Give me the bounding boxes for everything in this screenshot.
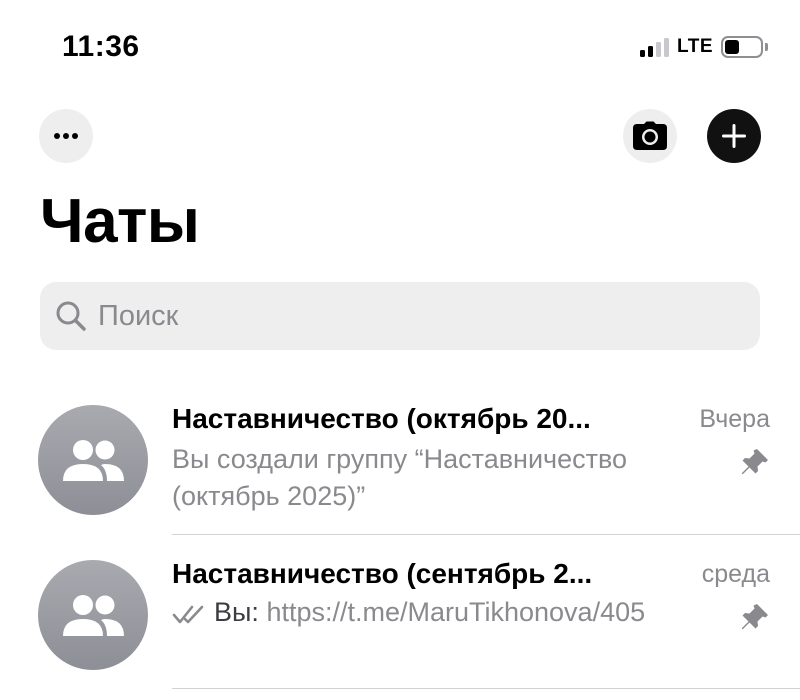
battery-icon (721, 36, 768, 58)
search-icon (54, 299, 88, 333)
avatar (38, 405, 148, 515)
camera-icon (633, 121, 667, 150)
chat-list-item[interactable]: Наставничество (сентябрь 2... среда Вы: … (0, 550, 800, 690)
more-button[interactable] (39, 109, 93, 163)
chat-title: Наставничество (сентябрь 2... (172, 558, 593, 589)
chat-preview: Вы создали группу “Наставничество (октяб… (172, 444, 628, 511)
ellipsis-icon (54, 133, 78, 139)
page-title: Чаты (40, 187, 200, 256)
network-type: LTE (677, 36, 713, 57)
preview-text: https://t.me/MaruTikhonova/405 (266, 597, 646, 627)
group-icon (63, 440, 124, 481)
pin-icon (742, 604, 768, 629)
camera-button[interactable] (623, 109, 677, 163)
divider (172, 688, 800, 689)
new-chat-button[interactable] (707, 109, 761, 163)
search-input[interactable]: Поиск (40, 282, 760, 350)
chats-screen: 11:36 LTE Чаты Поиск Наставничество (окт… (0, 0, 800, 700)
avatar (38, 560, 148, 670)
chat-date: Вчера (699, 405, 770, 433)
chat-title: Наставничество (октябрь 20... (172, 403, 591, 434)
divider (172, 534, 800, 535)
signal-icon (640, 37, 670, 57)
pin-icon (742, 449, 768, 474)
search-placeholder: Поиск (98, 299, 179, 332)
double-check-icon (172, 605, 204, 624)
preview-sender: Вы: (214, 597, 259, 627)
chat-preview: Вы: https://t.me/MaruTikhonova/405 (172, 594, 712, 631)
status-time: 11:36 (62, 30, 140, 63)
chat-date: среда (701, 560, 770, 588)
group-icon (63, 595, 124, 636)
status-indicators: LTE (640, 36, 768, 58)
chat-list-item[interactable]: Наставничество (октябрь 20... Вчера Вы с… (0, 395, 800, 535)
plus-icon (722, 124, 746, 148)
